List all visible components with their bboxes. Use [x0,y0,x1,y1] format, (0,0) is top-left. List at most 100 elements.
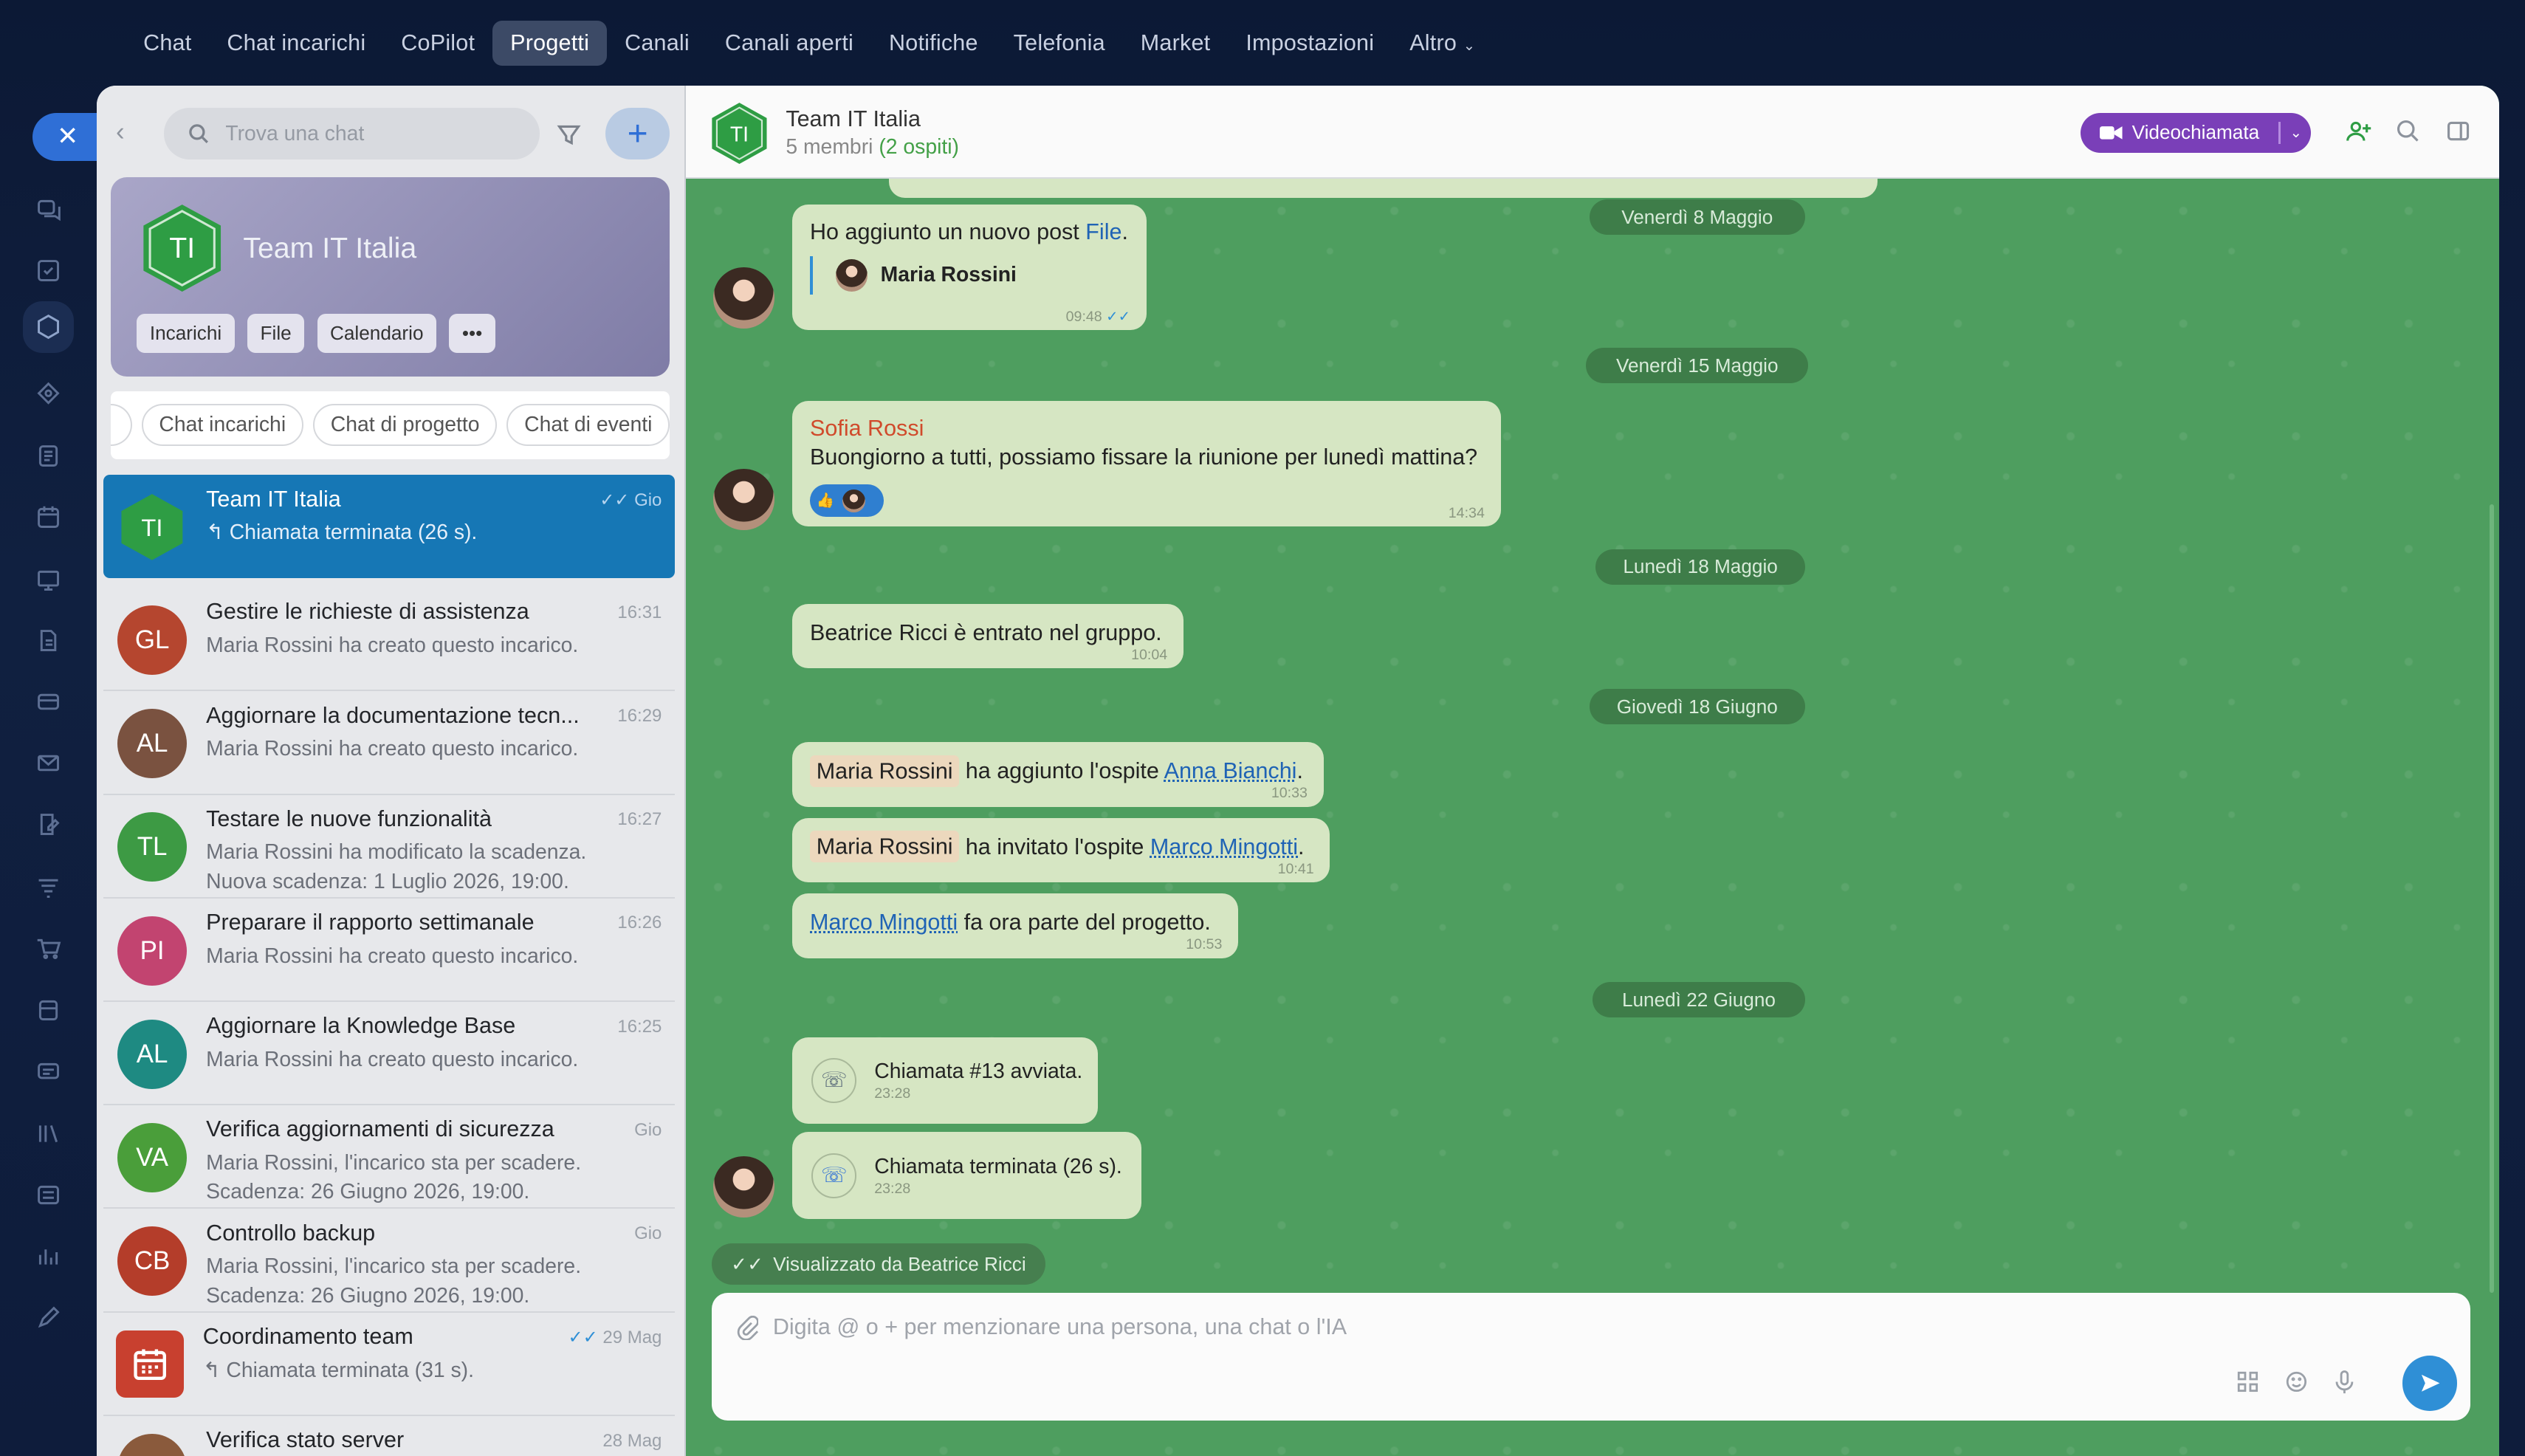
send-button[interactable] [2402,1356,2458,1411]
filter-rail-icon[interactable] [29,868,67,907]
form-icon[interactable] [29,1175,67,1214]
reaction[interactable]: 👍 [810,484,884,518]
read-check-icon: ✓✓ [731,1252,763,1275]
chat-preview: Maria Rossini, l'incarico sta per scader… [206,1151,582,1204]
tasks-button[interactable]: Incarichi [137,314,235,353]
date-separator: Venerdì 8 Maggio [1589,199,1805,236]
nav-chat-incarichi[interactable]: Chat incarichi [209,21,383,66]
chip-prev[interactable] [111,404,132,447]
file-link[interactable]: File [1085,219,1121,244]
nav-copilot[interactable]: CoPilot [383,21,492,66]
chevron-down-icon[interactable]: ⌄ [2290,124,2302,142]
apps-grid-icon[interactable] [2235,1369,2261,1395]
call-message[interactable]: ☏ Chiamata #13 avviata. 23:28 [792,1037,1099,1124]
card-icon[interactable] [29,683,67,721]
search-input[interactable] [225,121,515,146]
paperclip-icon[interactable] [735,1315,759,1340]
svg-text:TI: TI [142,514,163,541]
chart-icon[interactable] [29,1237,67,1275]
header-avatar[interactable]: TI [709,101,770,165]
message-time: 23:28 [874,1180,911,1197]
message-bubble[interactable]: Sofia Rossi Buongiorno a tutti, possiamo… [792,401,1501,527]
avatar[interactable] [713,1155,775,1218]
emoji-icon[interactable] [2284,1369,2309,1395]
avatar: CB [117,1226,187,1297]
video-call-button[interactable]: Videochiamata ⌄ [2080,112,2311,154]
user-pill[interactable]: Maria Rossini [810,831,960,863]
list-item[interactable]: Verifica stato server 28 Mag [103,1416,675,1456]
nav-progetti[interactable]: Progetti [492,21,608,66]
sender-name[interactable]: Sofia Rossi [810,416,924,442]
chat-title: Coordinamento team [202,1323,413,1349]
user-pill[interactable]: Maria Rossini [810,755,960,787]
chat-scrollbar[interactable] [2489,504,2495,1294]
call-message[interactable]: ☏ Chiamata terminata (26 s). 23:28 [792,1132,1142,1219]
guest-link[interactable]: Marco Mingotti [810,910,958,935]
mail-icon[interactable] [29,744,67,783]
list-item[interactable]: CB Controllo backup Maria Rossini, l'inc… [103,1209,675,1313]
sidebar-panel-icon[interactable] [2445,117,2472,145]
chat-time: 28 Mag [602,1430,662,1451]
documents-icon[interactable] [29,436,67,475]
nav-canali[interactable]: Canali [607,21,707,66]
chat-preview: Maria Rossini ha creato questo incarico. [206,944,579,968]
list-item[interactable]: Coordinamento team ↰ Chiamata terminata … [103,1313,675,1416]
chat-icon[interactable] [29,190,67,228]
crm-icon[interactable] [29,375,67,413]
guest-link[interactable]: Marco Mingotti [1150,834,1298,859]
nav-canali-aperti[interactable]: Canali aperti [707,21,871,66]
filter-icon[interactable] [555,121,583,148]
cart-icon[interactable] [29,929,67,967]
nav-altro[interactable]: Altro ⌄ [1392,21,1493,66]
chat-preview: Maria Rossini ha creato questo incarico. [206,1047,579,1071]
list-item[interactable]: VA Verifica aggiornamenti di sicurezza M… [103,1105,675,1209]
message-text: Maria Rossini ha invitato l'ospite Marco… [810,831,1305,863]
list-item[interactable]: TL Testare le nuove funzionalità Maria R… [103,795,675,899]
chip-chat-eventi[interactable]: Chat di eventi [506,404,670,447]
more-button[interactable]: ••• [449,314,495,353]
message-input[interactable] [772,1314,2061,1340]
avatar [842,489,865,512]
system-message: Maria Rossini ha invitato l'ospite Marco… [792,817,1330,883]
avatar[interactable] [713,468,775,530]
microphone-icon[interactable] [2332,1369,2357,1395]
store-icon[interactable] [29,990,67,1029]
message-bubble[interactable]: Ho aggiunto un nuovo post File. Maria Ro… [792,204,1147,331]
tasks-icon[interactable] [29,251,67,289]
search-icon[interactable] [2394,117,2422,145]
list-item[interactable]: TI Team IT Italia ↰ Chiamata terminata (… [103,475,675,578]
board-icon[interactable] [29,560,67,599]
pen-icon[interactable] [29,1298,67,1336]
chat-title[interactable]: Team IT Italia [786,106,921,132]
chat-preview: Maria Rossini, l'incarico sta per scader… [206,1254,582,1308]
list-item[interactable]: GL Gestire le richieste di assistenza Ma… [103,588,675,692]
list-item[interactable]: AL Aggiornare la Knowledge Base Maria Ro… [103,1002,675,1106]
nav-chat[interactable]: Chat [126,21,209,66]
calendar-button[interactable]: Calendario [317,314,436,353]
chip-chat-progetto[interactable]: Chat di progetto [313,404,498,447]
guest-link[interactable]: Anna Bianchi [1164,758,1297,783]
members-count[interactable]: 5 membri (2 ospiti) [786,135,959,159]
add-user-icon[interactable] [2345,117,2372,145]
post-author[interactable]: Maria Rossini [810,255,1017,295]
nav-impostazioni[interactable]: Impostazioni [1228,21,1392,66]
list-item[interactable]: AL Aggiornare la documentazione tecn... … [103,691,675,795]
projects-icon[interactable] [22,301,75,353]
files-button[interactable]: File [247,314,305,353]
edit-doc-icon[interactable] [29,805,67,843]
nav-market[interactable]: Market [1123,21,1229,66]
search-box[interactable] [164,108,540,159]
chat-preview: Maria Rossini ha creato questo incarico. [206,737,579,761]
list-item[interactable]: PI Preparare il rapporto settimanale Mar… [103,899,675,1002]
chat-title: Verifica aggiornamenti di sicurezza [206,1116,554,1142]
library-icon[interactable] [29,1114,67,1153]
file-icon[interactable] [29,622,67,660]
avatar[interactable] [713,267,775,329]
calendar-icon[interactable] [29,498,67,536]
back-arrow-icon[interactable]: ‹ [116,117,125,147]
chat-bubble-icon[interactable] [29,1053,67,1091]
nav-telefonia[interactable]: Telefonia [996,21,1123,66]
new-chat-button[interactable]: + [605,108,670,159]
nav-notifiche[interactable]: Notifiche [871,21,996,66]
chip-chat-incarichi[interactable]: Chat incarichi [141,404,303,447]
